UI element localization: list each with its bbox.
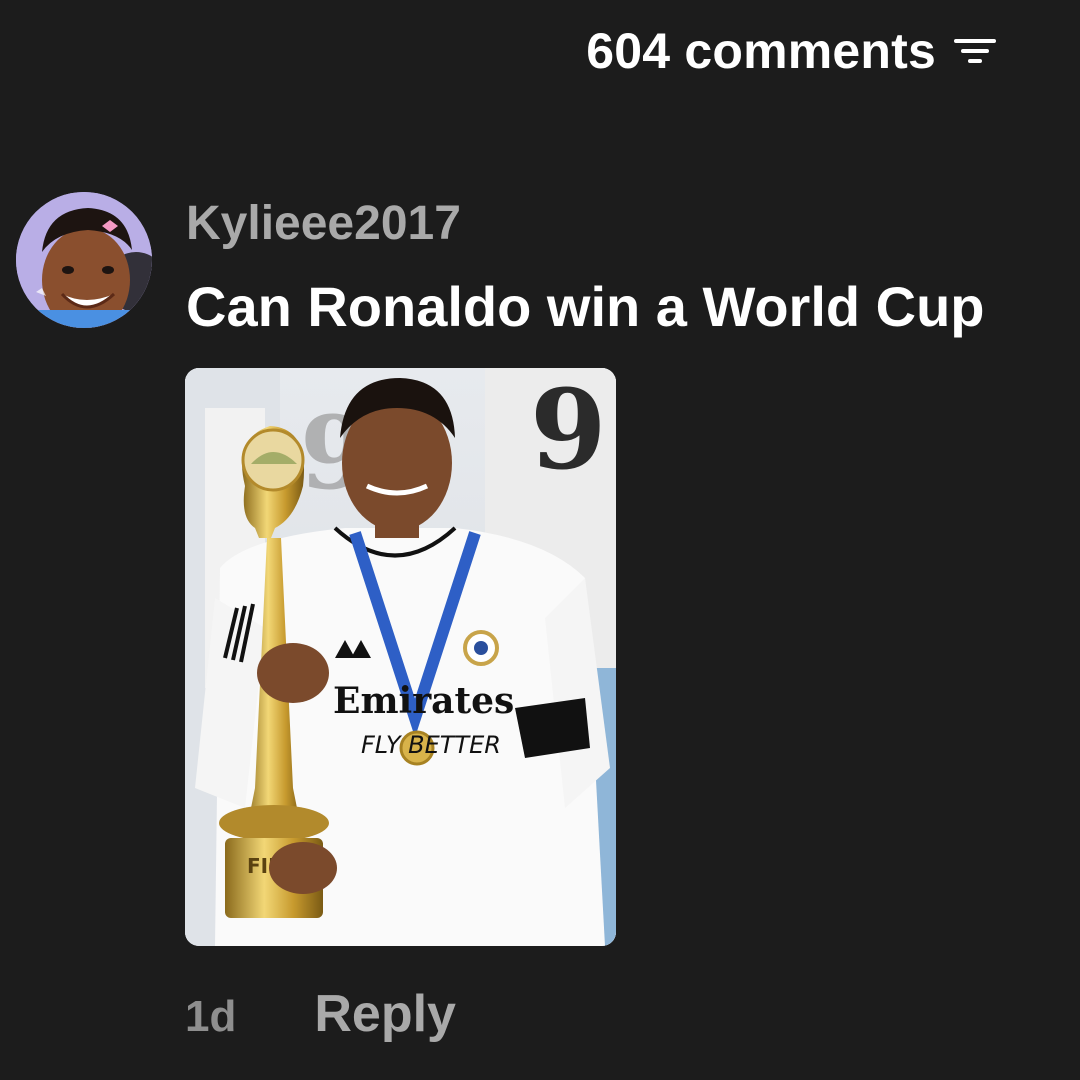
comment-photo[interactable]: 9 9 FIFA Emirates FLY BETTER bbox=[185, 368, 616, 946]
svg-text:9: 9 bbox=[530, 368, 607, 494]
svg-text:FLY BETTER: FLY BETTER bbox=[361, 731, 501, 759]
svg-text:Emirates: Emirates bbox=[333, 680, 514, 722]
comments-header: 604 comments bbox=[586, 22, 1000, 80]
comments-count: 604 comments bbox=[586, 23, 936, 79]
comment-text: Can Ronaldo win a World Cup bbox=[186, 275, 985, 338]
reply-button[interactable]: Reply bbox=[314, 984, 456, 1044]
comment-meta: 1d Reply bbox=[185, 984, 456, 1044]
user-avatar[interactable] bbox=[16, 192, 152, 328]
comment-username[interactable]: Kylieee2017 bbox=[186, 196, 461, 251]
filter-sort-icon[interactable] bbox=[950, 26, 1000, 76]
comment-time: 1d bbox=[185, 992, 237, 1041]
